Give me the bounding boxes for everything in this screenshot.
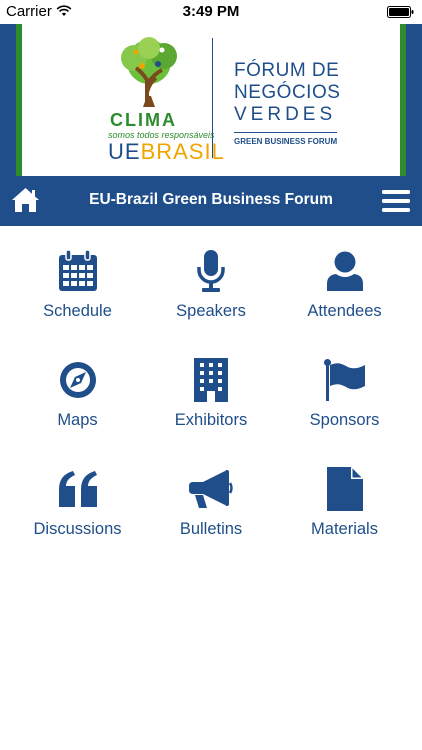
ue-text: UE: [108, 139, 141, 164]
uebrasil-wordmark: UEBRASIL: [108, 139, 225, 165]
calendar-icon: [58, 250, 98, 292]
forum-title: FÓRUM DE NEGÓCIOS VERDES: [234, 60, 340, 126]
forum-line-3: VERDES: [234, 104, 337, 125]
battery-icon: [387, 5, 414, 22]
user-icon: [326, 250, 363, 292]
tile-label-materials: Materials: [311, 520, 378, 538]
nav-title: EU-Brazil Green Business Forum: [89, 191, 333, 208]
clima-tree-logo-icon: [121, 37, 177, 107]
tile-discussions[interactable]: Discussions: [11, 444, 144, 553]
flag-icon: [323, 359, 366, 401]
banner-green-frame: CLIMA somos todos responsáveis UEBRASIL …: [16, 24, 406, 176]
quote-icon: [57, 468, 99, 510]
tile-label-schedule: Schedule: [43, 302, 112, 320]
tile-sponsors[interactable]: Sponsors: [278, 335, 411, 444]
hamburger-menu-icon[interactable]: [382, 190, 410, 217]
tile-label-maps: Maps: [57, 411, 98, 429]
clima-wordmark: CLIMA: [110, 110, 177, 130]
tile-label-bulletins: Bulletins: [179, 520, 243, 538]
tile-speakers[interactable]: Speakers: [145, 226, 278, 335]
forum-line-1: FÓRUM DE: [234, 60, 340, 81]
tile-label-exhibitors: Exhibitors: [174, 411, 248, 429]
megaphone-icon: [189, 468, 233, 510]
logo-divider: [212, 38, 213, 158]
status-bar: Carrier 3:49 PM: [0, 0, 422, 24]
forum-line-2: NEGÓCIOS: [234, 82, 341, 103]
tile-bulletins[interactable]: Bulletins: [145, 444, 278, 553]
tile-label-sponsors: Sponsors: [309, 411, 380, 429]
tile-label-attendees: Attendees: [307, 302, 382, 320]
tile-label-speakers: Speakers: [176, 302, 246, 320]
banner-logo-area: CLIMA somos todos responsáveis UEBRASIL …: [22, 24, 400, 176]
menu-grid: Schedule Speakers Attendees Maps Exhibit…: [0, 226, 422, 553]
tile-maps[interactable]: Maps: [11, 335, 144, 444]
tile-attendees[interactable]: Attendees: [278, 226, 411, 335]
document-icon: [326, 467, 363, 511]
tile-materials[interactable]: Materials: [278, 444, 411, 553]
tile-schedule[interactable]: Schedule: [11, 226, 144, 335]
tile-label-discussions: Discussions: [33, 520, 122, 538]
forum-english-subtitle: GREEN BUSINESS FORUM: [234, 132, 338, 146]
nav-bar: EU-Brazil Green Business Forum: [0, 176, 422, 226]
event-banner: CLIMA somos todos responsáveis UEBRASIL …: [0, 24, 422, 176]
compass-icon: [59, 359, 97, 401]
building-icon: [194, 358, 228, 402]
tile-exhibitors[interactable]: Exhibitors: [145, 335, 278, 444]
microphone-icon: [196, 250, 226, 292]
clock-time: 3:49 PM: [182, 3, 240, 20]
